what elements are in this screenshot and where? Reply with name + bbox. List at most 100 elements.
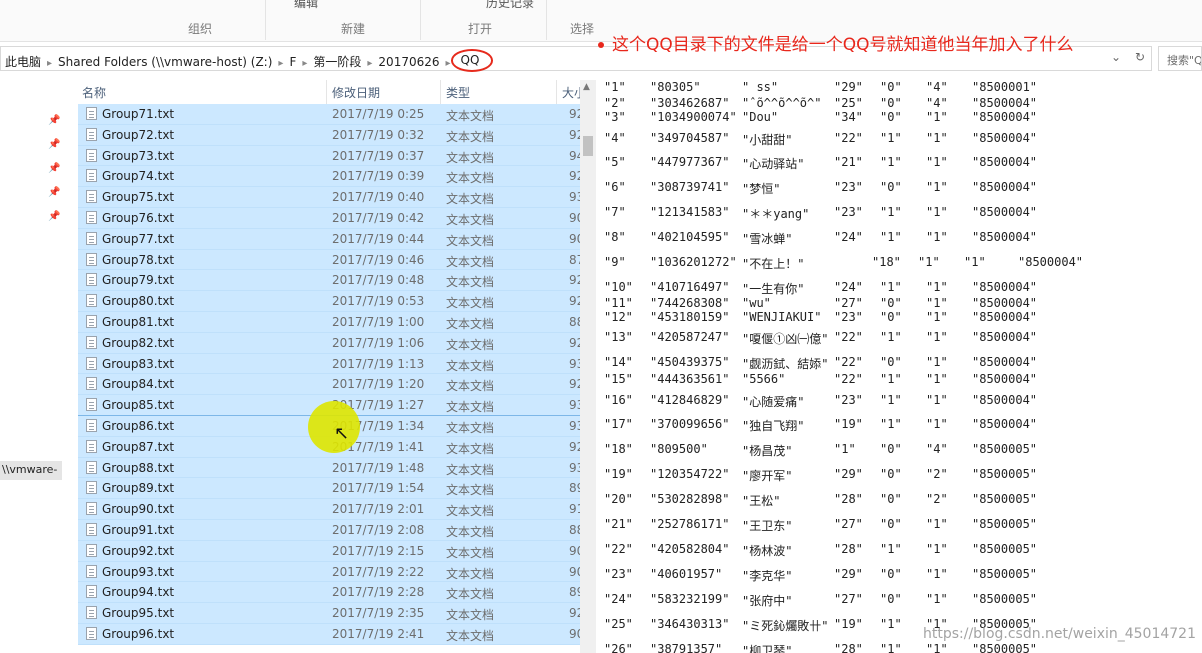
pin-icon[interactable]: 📌 — [48, 115, 60, 126]
preview-cell: "1" — [880, 280, 902, 294]
file-row[interactable]: Group94.txt 2017/7/19 2:28 文本文档 89 — [78, 582, 596, 604]
file-date: 2017/7/19 0:44 — [332, 231, 425, 246]
breadcrumb-f[interactable]: F — [289, 55, 296, 69]
file-row[interactable]: Group95.txt 2017/7/19 2:35 文本文档 92 — [78, 603, 596, 624]
preview-cell: "252786171" — [650, 517, 730, 531]
text-file-icon — [86, 439, 97, 453]
preview-cell: "一生有你" — [742, 282, 805, 296]
breadcrumb-qq[interactable]: QQ — [450, 49, 494, 72]
text-file-icon — [86, 107, 97, 120]
breadcrumb-20170626[interactable]: 20170626 — [378, 55, 439, 69]
preview-cell: "1" — [880, 230, 902, 244]
preview-cell: "8500005" — [972, 567, 1038, 581]
preview-cell: "1" — [926, 110, 948, 124]
ribbon-history-label[interactable]: 历史记录 — [486, 0, 534, 11]
ribbon-edit-label[interactable]: 编辑 — [294, 0, 318, 11]
preview-cell: "王卫东" — [742, 519, 793, 533]
file-row[interactable]: Group74.txt 2017/7/19 0:39 文本文档 92 — [78, 166, 596, 188]
preview-cell: "1" — [926, 180, 948, 194]
text-file-icon — [86, 231, 97, 245]
file-type: 文本文档 — [446, 109, 495, 123]
file-rows: Group71.txt 2017/7/19 0:25 文本文档 92 Group72.t… — [78, 104, 596, 645]
preview-cell: "1" — [926, 642, 948, 653]
file-row[interactable]: Group92.txt 2017/7/19 2:15 文本文档 90 — [78, 540, 596, 562]
column-header-name[interactable]: 名称 — [82, 84, 106, 101]
column-header-date[interactable]: 修改日期 — [332, 84, 380, 101]
file-row[interactable]: Group79.txt 2017/7/19 0:48 文本文档 92 — [78, 270, 596, 292]
preview-cell: "2" — [926, 467, 948, 481]
file-type: 文本文档 — [446, 587, 495, 602]
breadcrumb-shared-folders[interactable]: Shared Folders (\\vmware-host) (Z:) — [58, 55, 272, 69]
preview-cell: "420587247" — [650, 330, 730, 344]
file-type: 文本文档 — [446, 545, 495, 560]
preview-cell: "15" — [604, 372, 633, 386]
preview-cell: "27" — [834, 517, 863, 531]
column-header-type[interactable]: 类型 — [446, 84, 470, 101]
chevron-right-icon[interactable]: ▸ — [367, 58, 372, 69]
file-name: Group82.txt — [102, 335, 175, 350]
preview-cell: "8" — [604, 230, 626, 244]
preview-cell: "1" — [880, 542, 902, 556]
file-row[interactable]: Group77.txt 2017/7/19 0:44 文本文档 90 — [78, 228, 596, 250]
search-input[interactable]: 搜索"QQ" — [1158, 46, 1202, 71]
file-name: Group91.txt — [102, 522, 175, 537]
preview-cell: "4" — [926, 80, 948, 94]
preview-cell: "450439375" — [650, 355, 730, 369]
file-row[interactable]: Group84.txt 2017/7/19 1:20 文本文档 92 — [78, 374, 596, 396]
chevron-down-icon[interactable]: ⌄ — [1111, 50, 1121, 64]
preview-cell: "21" — [604, 517, 633, 531]
breadcrumb-this-pc[interactable]: 此电脑 — [5, 55, 41, 69]
preview-cell: "18" — [604, 442, 633, 456]
preview-cell: "ミ死鈊爥敗卄" — [742, 619, 829, 633]
file-row[interactable]: Group93.txt 2017/7/19 2:22 文本文档 90 — [78, 561, 596, 583]
file-row[interactable]: Group76.txt 2017/7/19 0:42 文本文档 90 — [78, 207, 596, 229]
file-row[interactable]: Group81.txt 2017/7/19 1:00 文本文档 88 — [78, 311, 596, 333]
preview-cell: "2" — [604, 96, 626, 110]
file-row[interactable]: Group88.txt 2017/7/19 1:48 文本文档 93 — [78, 457, 596, 479]
file-name: Group84.txt — [102, 377, 175, 392]
preview-cell: "19" — [604, 467, 633, 481]
refresh-icon[interactable]: ↻ — [1135, 50, 1145, 64]
file-row[interactable]: Group72.txt 2017/7/19 0:32 文本文档 92 — [78, 124, 596, 146]
preview-cell: "5" — [604, 155, 626, 169]
chevron-right-icon[interactable]: ▸ — [47, 58, 52, 69]
file-row[interactable]: Group89.txt 2017/7/19 1:54 文本文档 89 — [78, 478, 596, 500]
preview-cell: "1" — [926, 131, 948, 145]
chevron-right-icon[interactable]: ▸ — [446, 58, 451, 69]
preview-cell: "8500001" — [972, 80, 1038, 94]
breadcrumb-stage-one[interactable]: 第一阶段 — [313, 55, 361, 69]
pin-icon[interactable]: 📌 — [48, 211, 60, 222]
preview-cell: "柳卫琴" — [742, 644, 793, 653]
list-scrollbar[interactable]: ▲ — [580, 80, 596, 653]
preview-cell: "1" — [926, 417, 948, 431]
preview-cell: "1" — [926, 280, 948, 294]
pin-icon[interactable]: 📌 — [48, 163, 60, 174]
file-row[interactable]: Group83.txt 2017/7/19 1:13 文本文档 93 — [78, 353, 596, 375]
file-type: 文本文档 — [446, 150, 495, 165]
file-row[interactable]: Group75.txt 2017/7/19 0:40 文本文档 93 — [78, 187, 596, 208]
file-row[interactable]: Group91.txt 2017/7/19 2:08 文本文档 88 — [78, 519, 596, 541]
chevron-right-icon[interactable]: ▸ — [302, 58, 307, 69]
file-row[interactable]: Group80.txt 2017/7/19 0:53 文本文档 92 — [78, 291, 596, 312]
chevron-right-icon[interactable]: ▸ — [278, 58, 283, 69]
file-row[interactable]: Group78.txt 2017/7/19 0:46 文本文档 87 — [78, 249, 596, 271]
preview-cell: "1" — [926, 592, 948, 606]
file-row[interactable]: Group73.txt 2017/7/19 0:37 文本文档 94 — [78, 145, 596, 167]
nav-item-vmware-host[interactable]: \\vmware- — [0, 461, 62, 480]
pin-icon[interactable]: 📌 — [48, 139, 60, 150]
file-name: Group87.txt — [102, 439, 175, 454]
preview-cell: "22" — [834, 131, 863, 145]
scroll-up-icon[interactable]: ▲ — [583, 82, 590, 92]
file-type: 文本文档 — [446, 212, 495, 227]
file-row[interactable]: Group71.txt 2017/7/19 0:25 文本文档 92 — [78, 104, 596, 125]
file-row[interactable]: Group90.txt 2017/7/19 2:01 文本文档 91 — [78, 499, 596, 520]
pin-icon[interactable]: 📌 — [48, 187, 60, 198]
preview-cell: "4" — [926, 442, 948, 456]
preview-cell: "420582804" — [650, 542, 730, 556]
file-row[interactable]: Group96.txt 2017/7/19 2:41 文本文档 90 — [78, 623, 596, 645]
file-name: Group88.txt — [102, 460, 175, 475]
file-name: Group80.txt — [102, 294, 175, 309]
preview-cell: "27" — [834, 296, 863, 310]
file-row[interactable]: Group82.txt 2017/7/19 1:06 文本文档 92 — [78, 332, 596, 354]
scrollbar-thumb[interactable] — [583, 136, 593, 156]
